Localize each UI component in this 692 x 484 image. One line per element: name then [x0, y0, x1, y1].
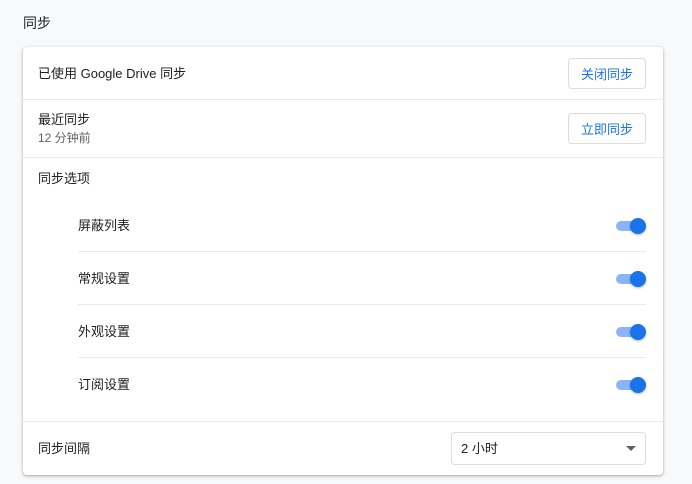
blocklist-toggle[interactable]	[614, 217, 646, 235]
recent-sync-row: 最近同步 12 分钟前 立即同步	[23, 100, 663, 158]
chevron-down-icon	[626, 446, 636, 451]
sync-option-blocklist: 屏蔽列表	[78, 199, 646, 252]
toggle-knob	[630, 324, 646, 340]
sync-options-row: 同步选项 屏蔽列表 常规设置 外观设置 订阅设置	[23, 158, 663, 422]
sync-options-label: 同步选项	[38, 171, 91, 186]
sync-option-label: 外观设置	[78, 324, 131, 339]
sync-interval-row: 同步间隔 2 小时	[23, 422, 663, 475]
sync-now-button[interactable]: 立即同步	[568, 113, 646, 144]
sync-option-subscriptions: 订阅设置	[78, 358, 646, 411]
sync-option-label: 屏蔽列表	[78, 218, 131, 233]
sync-interval-value: 2 小时	[461, 441, 498, 456]
sync-option-appearance: 外观设置	[78, 305, 646, 358]
recent-sync-label: 最近同步	[38, 112, 91, 127]
toggle-knob	[630, 218, 646, 234]
turn-off-sync-button[interactable]: 关闭同步	[568, 58, 646, 89]
toggle-knob	[630, 271, 646, 287]
sync-interval-select[interactable]: 2 小时	[451, 432, 646, 465]
sync-option-label: 常规设置	[78, 271, 131, 286]
section-title: 同步	[23, 15, 51, 31]
drive-sync-row: 已使用 Google Drive 同步 关闭同步	[23, 47, 663, 100]
sync-option-label: 订阅设置	[78, 377, 131, 392]
settings-page: 同步 已使用 Google Drive 同步 关闭同步 最近同步 12 分钟前 …	[0, 0, 692, 484]
sync-option-general: 常规设置	[78, 252, 646, 305]
subscription-settings-toggle[interactable]	[614, 376, 646, 394]
sync-interval-label: 同步间隔	[38, 441, 91, 456]
drive-sync-label: 已使用 Google Drive 同步	[38, 66, 187, 81]
sync-card: 已使用 Google Drive 同步 关闭同步 最近同步 12 分钟前 立即同…	[23, 47, 663, 475]
general-settings-toggle[interactable]	[614, 270, 646, 288]
toggle-knob	[630, 377, 646, 393]
appearance-settings-toggle[interactable]	[614, 323, 646, 341]
recent-sync-time: 12 分钟前	[38, 131, 91, 145]
